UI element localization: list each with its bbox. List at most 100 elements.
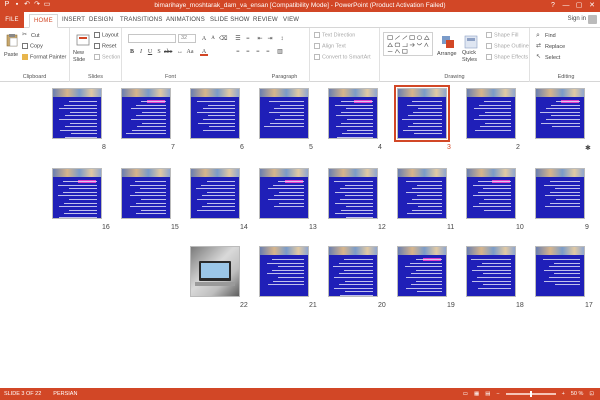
slide-thumbnail[interactable] [328,88,378,139]
clear-formatting-button[interactable]: ⌫ [219,35,227,43]
slide-thumbnail[interactable] [397,246,447,297]
font-name-field[interactable] [128,34,176,43]
zoom-in-button[interactable]: + [562,388,565,400]
laptop-base [195,282,235,286]
slide-thumbnail[interactable] [535,246,585,297]
section-button[interactable]: Section [94,54,120,60]
slide-thumbnail[interactable] [466,168,516,219]
replace-button[interactable]: ⇄ Replace [536,43,565,50]
shrink-font-button[interactable]: A [209,35,217,43]
slide-thumbnail[interactable] [535,168,585,219]
slide-thumbnail[interactable] [259,88,309,139]
slide-thumbnail[interactable] [466,246,516,297]
slide-thumbnail[interactable] [259,246,309,297]
sign-in-link[interactable]: Sign in [568,16,586,22]
new-slide-button[interactable]: New Slide [73,50,95,64]
slide-thumbnail[interactable] [121,88,171,139]
align-left-button[interactable]: ≡ [234,48,242,56]
strikethrough-button[interactable]: abc [164,48,172,56]
scissors-icon: ✂ [22,32,28,38]
columns-button[interactable]: ▥ [276,48,284,56]
shape-outline-button[interactable]: Shape Outline [486,43,529,49]
slide-sorter-view-icon[interactable]: ▦ [474,388,479,400]
tab-transitions[interactable]: TRANSITIONS [120,15,163,25]
help-button[interactable]: ? [547,0,559,11]
bullets-button[interactable]: ☰ [234,35,242,43]
slide-thumbnail[interactable] [52,88,102,139]
slide-thumbnail[interactable] [394,85,450,142]
zoom-level[interactable]: 50 % [571,388,584,400]
bold-button[interactable]: B [128,48,136,56]
slide-thumbnail[interactable] [121,168,171,219]
tab-view[interactable]: VIEW [283,15,299,25]
change-case-button[interactable]: Aa [186,48,194,56]
copy-button[interactable]: Copy [22,43,43,49]
align-text-button[interactable]: Align Text [314,43,346,49]
paragraph-group-label: Paragraph [271,74,298,80]
slide-thumbnail[interactable] [328,168,378,219]
tab-home[interactable]: HOME [29,14,58,28]
maximize-button[interactable]: ▢ [573,0,585,11]
align-center-button[interactable]: ≡ [244,48,252,56]
shadow-button[interactable]: S [155,48,163,56]
language-status[interactable]: PERSIAN [53,388,77,400]
shapes-gallery[interactable] [383,32,433,56]
shape-fill-button[interactable]: Shape Fill [486,32,518,38]
text-direction-button[interactable]: Text Direction [314,32,355,38]
font-size-field[interactable]: 32 [178,34,196,43]
tab-design[interactable]: DESIGN [89,15,113,25]
justify-button[interactable]: ≡ [264,48,272,56]
slide-thumbnail[interactable] [190,88,240,139]
underline-button[interactable]: U [146,48,154,56]
slide-thumbnail[interactable] [466,88,516,139]
shape-effects-button[interactable]: Shape Effects [486,54,528,60]
decrease-indent-button[interactable]: ⇤ [256,35,264,43]
tab-insert[interactable]: INSERT [62,15,85,25]
slide-thumbnail[interactable] [397,168,447,219]
normal-view-icon[interactable]: ▭ [463,388,468,400]
convert-smartart-button[interactable]: Convert to SmartArt [314,54,371,60]
tab-file[interactable]: FILE [0,12,24,28]
quick-styles-button[interactable]: Quick Styles [462,50,482,64]
align-right-button[interactable]: ≡ [254,48,262,56]
zoom-slider[interactable] [505,391,556,397]
cut-button[interactable]: ✂ Cut [22,32,40,39]
reading-view-icon[interactable]: ▤ [485,388,490,400]
drawing-group-label: Drawing [444,74,465,80]
minimize-button[interactable]: — [560,0,572,11]
italic-button[interactable]: I [137,48,145,56]
zoom-out-button[interactable]: − [496,388,499,400]
close-button[interactable]: ✕ [586,0,598,11]
slide-text-lines [402,259,442,295]
slide-number: 3 [447,144,451,151]
fit-slide-icon[interactable]: ⊡ [589,388,594,400]
reset-button[interactable]: Reset [94,43,116,49]
slide-thumbnail[interactable] [328,246,378,297]
find-button[interactable]: ⌕ Find [536,32,556,39]
slide-thumbnail[interactable] [190,246,240,297]
tab-animations[interactable]: ANIMATIONS [166,15,205,25]
character-spacing-button[interactable]: ↔ [176,48,184,56]
slide-thumbnail[interactable] [259,168,309,219]
tab-slide-show[interactable]: SLIDE SHOW [210,15,250,25]
avatar[interactable] [588,15,597,24]
arrange-button[interactable]: Arrange [437,51,457,57]
format-painter-button[interactable]: Format Painter [22,54,66,60]
line-spacing-button[interactable]: ↕ [278,35,286,43]
numbering-button[interactable]: ≡ [244,35,252,43]
grow-font-button[interactable]: A [200,35,208,43]
slide-thumbnail[interactable] [535,88,585,139]
slide-thumbnail[interactable] [190,168,240,219]
cursor-icon: ↖ [536,54,542,60]
slide-thumbnail[interactable] [52,168,102,219]
tab-review[interactable]: REVIEW [253,15,278,25]
paste-button[interactable]: Paste [4,52,18,58]
slide-number: 15 [171,224,179,231]
increase-indent-button[interactable]: ⇥ [266,35,274,43]
font-color-button[interactable]: A [200,48,208,56]
zoom-slider-thumb[interactable] [529,391,532,397]
slide-number: 14 [240,224,248,231]
select-button[interactable]: ↖ Select [536,54,560,61]
layout-button[interactable]: Layout [94,32,119,38]
slide-header-band [122,169,170,177]
